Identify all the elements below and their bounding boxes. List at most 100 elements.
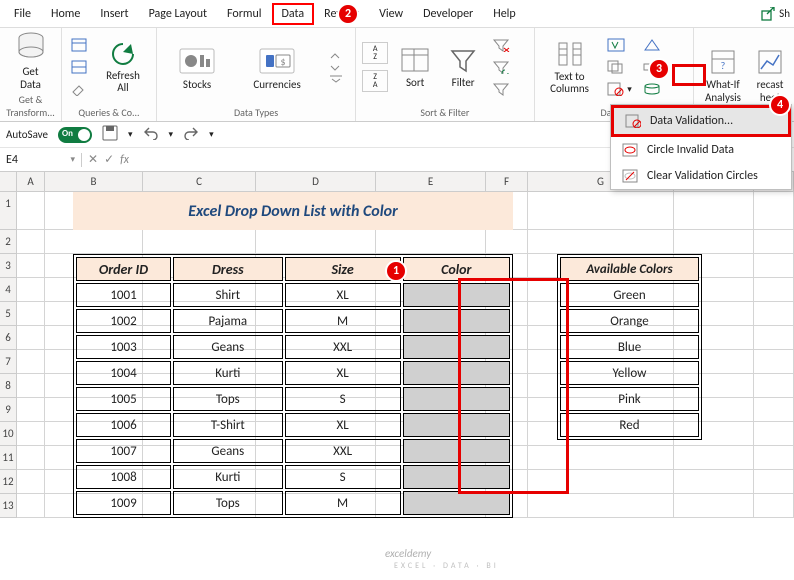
cell[interactable] bbox=[754, 302, 794, 326]
table-cell[interactable]: S bbox=[285, 387, 401, 411]
cell[interactable] bbox=[528, 470, 674, 494]
cell[interactable] bbox=[674, 230, 754, 254]
select-all-triangle[interactable] bbox=[0, 172, 17, 191]
cell[interactable] bbox=[17, 350, 45, 374]
color-cell[interactable] bbox=[403, 465, 510, 489]
cell[interactable] bbox=[17, 278, 45, 302]
col-header-A[interactable]: A bbox=[17, 172, 45, 191]
cell[interactable] bbox=[674, 446, 754, 470]
cell[interactable] bbox=[674, 470, 754, 494]
filter-button[interactable]: Filter bbox=[442, 45, 484, 89]
advanced-filter-icon[interactable] bbox=[490, 79, 512, 99]
remove-duplicates-icon[interactable] bbox=[605, 57, 627, 77]
col-header-B[interactable]: B bbox=[45, 172, 143, 191]
cell[interactable] bbox=[754, 374, 794, 398]
redo-dropdown-icon[interactable]: ▾ bbox=[209, 129, 214, 140]
sort-az-button[interactable]: AZ bbox=[362, 42, 388, 64]
cell[interactable] bbox=[17, 302, 45, 326]
undo-dropdown-icon[interactable]: ▾ bbox=[169, 129, 174, 140]
table-cell[interactable]: 1005 bbox=[76, 387, 171, 411]
table-cell[interactable]: 1006 bbox=[76, 413, 171, 437]
cell[interactable] bbox=[143, 230, 256, 254]
cells-area[interactable]: Excel Drop Down List with Color Order ID… bbox=[17, 192, 794, 518]
accept-icon[interactable]: ✓ bbox=[104, 152, 114, 167]
row-header-1[interactable]: 1 bbox=[0, 192, 17, 230]
cell[interactable] bbox=[45, 230, 143, 254]
properties-icon[interactable] bbox=[68, 35, 90, 55]
cell[interactable] bbox=[754, 398, 794, 422]
table-cell[interactable]: Pajama bbox=[173, 309, 283, 333]
cell[interactable] bbox=[17, 398, 45, 422]
row-header-5[interactable]: 5 bbox=[0, 302, 17, 326]
consolidate-icon[interactable] bbox=[641, 35, 663, 55]
menu-developer[interactable]: Developer bbox=[413, 3, 483, 25]
cell[interactable] bbox=[754, 422, 794, 446]
save-icon[interactable] bbox=[102, 125, 118, 144]
table-cell[interactable]: 1002 bbox=[76, 309, 171, 333]
text-to-columns-button[interactable]: Text to Columns bbox=[541, 39, 599, 95]
data-validation-button[interactable]: ▾ bbox=[605, 79, 635, 99]
menu-help[interactable]: Help bbox=[483, 3, 526, 25]
cell[interactable] bbox=[754, 192, 794, 230]
table-cell[interactable]: XXL bbox=[285, 439, 401, 463]
cell[interactable] bbox=[17, 254, 45, 278]
cell[interactable] bbox=[256, 230, 376, 254]
cell[interactable] bbox=[17, 230, 45, 254]
cell[interactable] bbox=[754, 350, 794, 374]
fx-icon[interactable]: fx bbox=[120, 153, 129, 167]
cell[interactable] bbox=[754, 494, 794, 518]
cell[interactable] bbox=[754, 446, 794, 470]
cell[interactable] bbox=[17, 494, 45, 518]
stocks-button[interactable]: Stocks bbox=[170, 43, 224, 91]
row-header-4[interactable]: 4 bbox=[0, 278, 17, 302]
cell[interactable] bbox=[528, 230, 674, 254]
sort-button[interactable]: Sort bbox=[394, 45, 436, 89]
cancel-icon[interactable]: ✕ bbox=[88, 152, 98, 167]
menu-circle-invalid[interactable]: Circle Invalid Data bbox=[611, 137, 791, 163]
cell[interactable] bbox=[754, 278, 794, 302]
cell[interactable] bbox=[17, 422, 45, 446]
table-cell[interactable]: XXL bbox=[285, 335, 401, 359]
autosave-toggle[interactable]: On bbox=[58, 127, 92, 143]
sort-za-button[interactable]: ZA bbox=[362, 70, 388, 92]
cell[interactable] bbox=[17, 374, 45, 398]
flash-fill-icon[interactable] bbox=[605, 35, 627, 55]
col-header-C[interactable]: C bbox=[143, 172, 256, 191]
menu-view[interactable]: View bbox=[369, 3, 413, 25]
table-cell[interactable]: Kurti bbox=[173, 465, 283, 489]
color-option[interactable]: Green bbox=[560, 283, 699, 307]
table-cell[interactable]: 1007 bbox=[76, 439, 171, 463]
color-cell[interactable] bbox=[403, 491, 510, 515]
cell[interactable] bbox=[754, 470, 794, 494]
color-option[interactable]: Pink bbox=[560, 387, 699, 411]
currencies-button[interactable]: $ Currencies bbox=[250, 43, 304, 91]
color-cell[interactable] bbox=[403, 283, 510, 307]
table-cell[interactable]: 1004 bbox=[76, 361, 171, 385]
row-header-13[interactable]: 13 bbox=[0, 494, 17, 518]
color-cell[interactable] bbox=[403, 413, 510, 437]
menu-page-layout[interactable]: Page Layout bbox=[139, 3, 217, 25]
menu-formulas[interactable]: Formul bbox=[217, 3, 272, 25]
menu-insert[interactable]: Insert bbox=[90, 3, 138, 25]
get-data-button[interactable]: Get Data bbox=[6, 30, 55, 90]
data-model-icon[interactable] bbox=[641, 79, 663, 99]
col-header-F[interactable]: F bbox=[486, 172, 528, 191]
cell[interactable] bbox=[528, 446, 674, 470]
cell[interactable] bbox=[754, 326, 794, 350]
color-cell[interactable] bbox=[403, 361, 510, 385]
name-box[interactable]: E4 ▾ bbox=[0, 153, 82, 167]
table-cell[interactable]: Kurti bbox=[173, 361, 283, 385]
row-header-9[interactable]: 9 bbox=[0, 398, 17, 422]
table-cell[interactable]: S bbox=[285, 465, 401, 489]
whatif-button[interactable]: ? What-If Analysis bbox=[700, 47, 746, 103]
links-icon[interactable] bbox=[68, 57, 90, 77]
menu-file[interactable]: File bbox=[4, 3, 41, 25]
color-option[interactable]: Blue bbox=[560, 335, 699, 359]
cell[interactable] bbox=[17, 326, 45, 350]
row-header-8[interactable]: 8 bbox=[0, 374, 17, 398]
clear-filter-icon[interactable] bbox=[490, 35, 512, 55]
menu-data-validation[interactable]: Data Validation... bbox=[611, 105, 791, 137]
save-dropdown-icon[interactable]: ▾ bbox=[128, 129, 133, 140]
row-header-10[interactable]: 10 bbox=[0, 422, 17, 446]
table-cell[interactable]: Tops bbox=[173, 387, 283, 411]
